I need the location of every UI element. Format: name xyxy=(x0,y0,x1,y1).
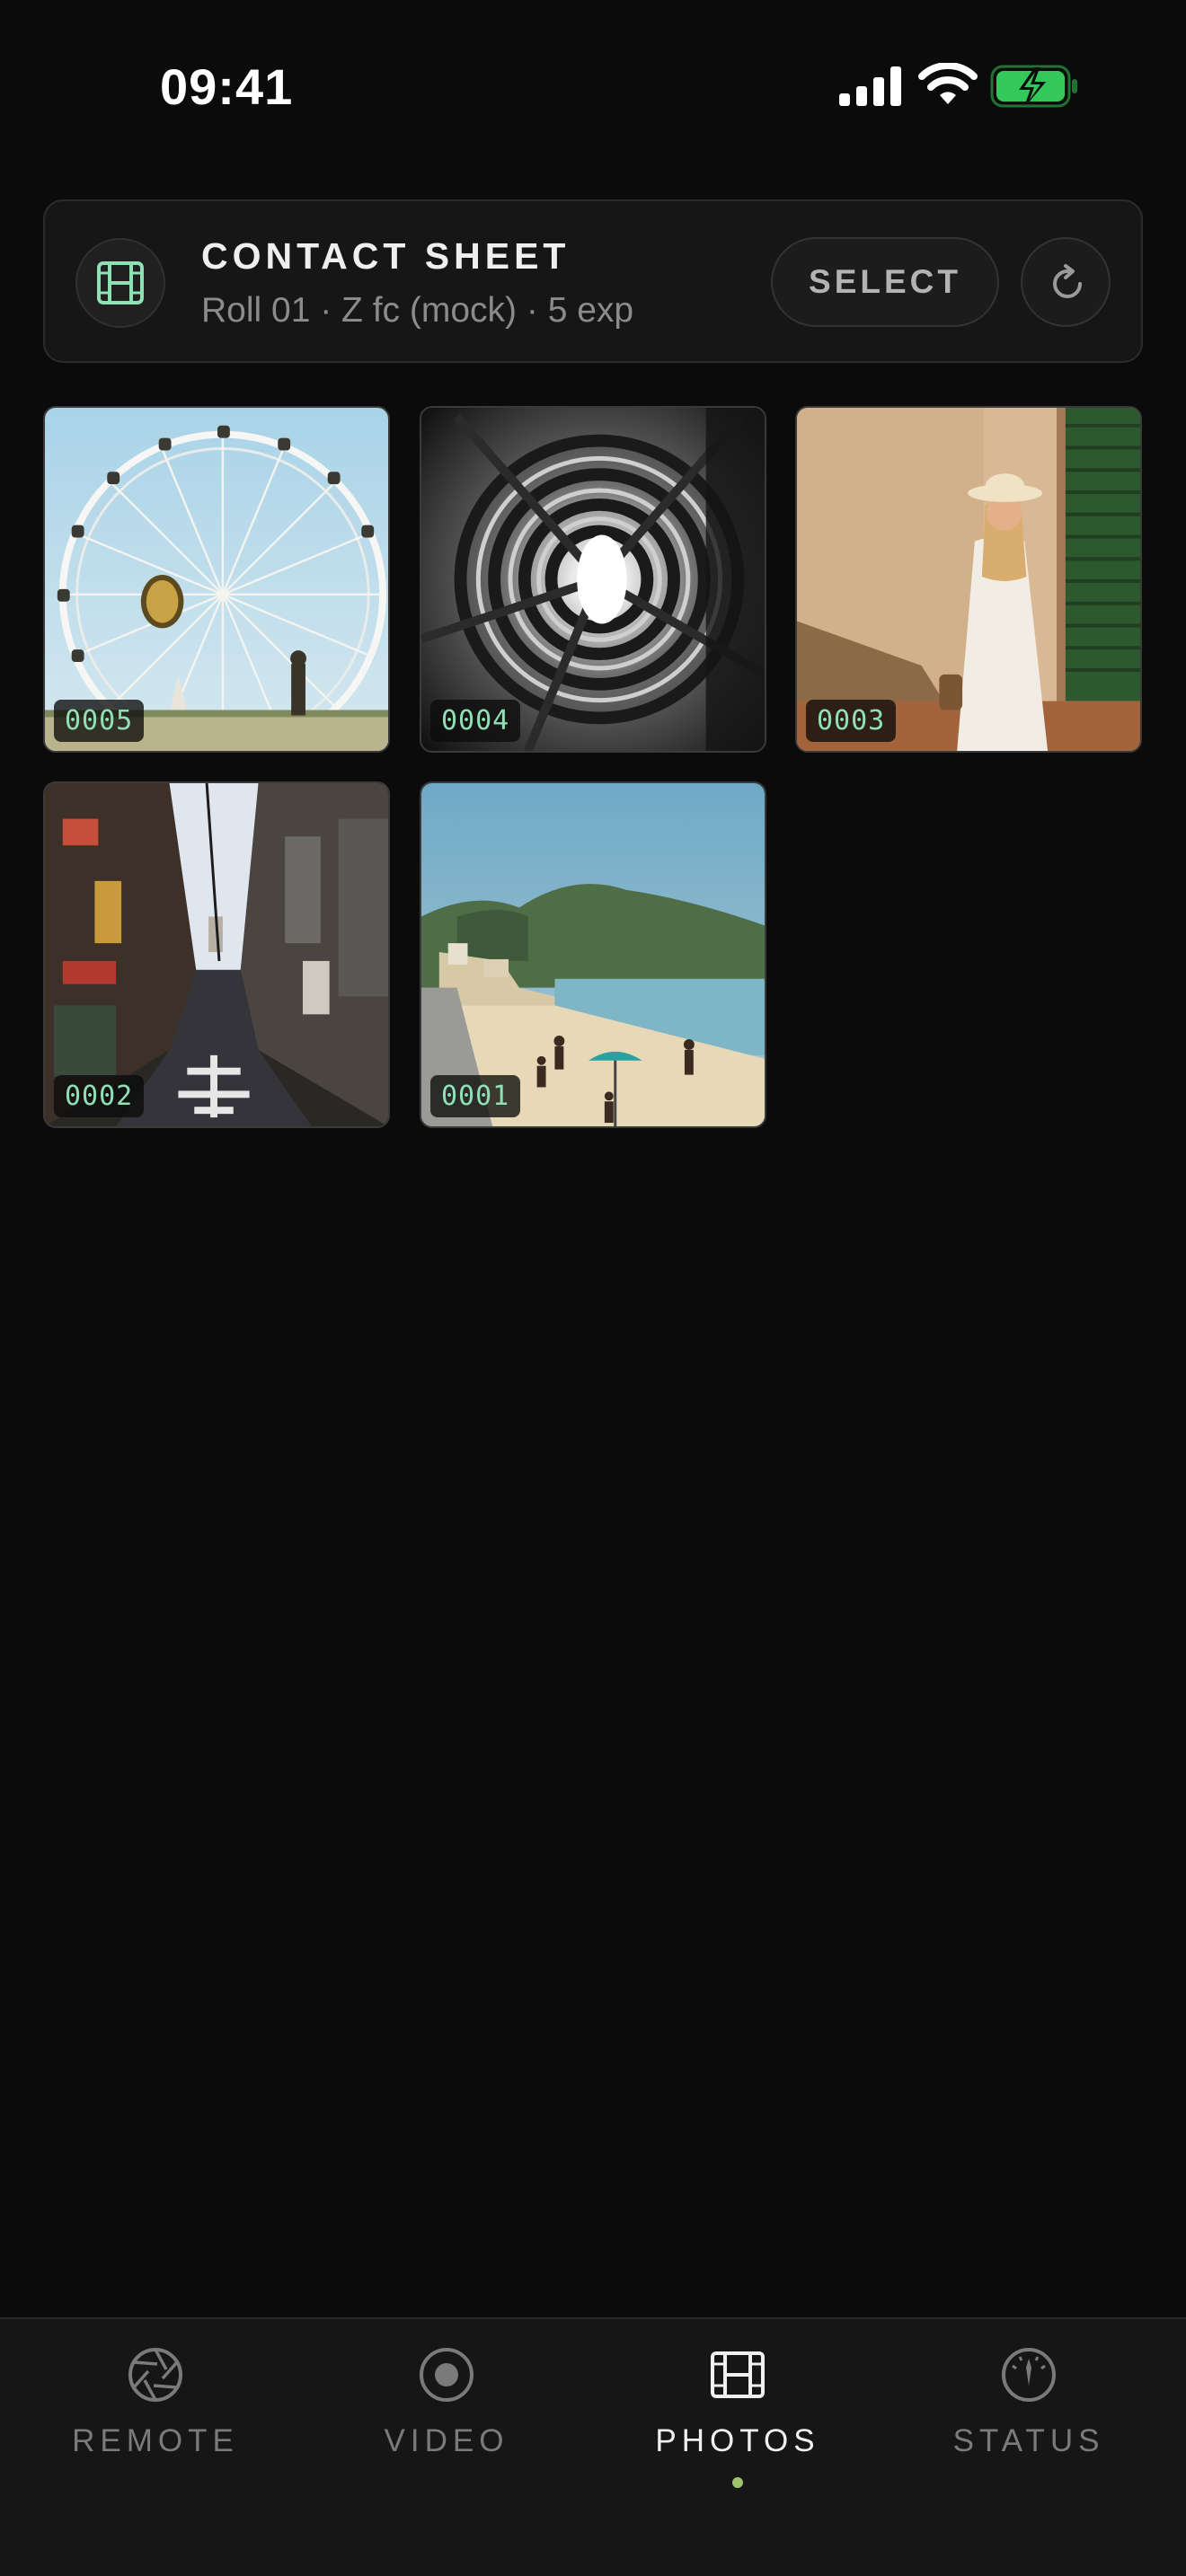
status-clock: 09:41 xyxy=(160,58,294,115)
photo-thumbnail[interactable]: 0004 xyxy=(420,406,766,753)
frame-number: 0005 xyxy=(54,700,145,742)
frame-number: 0004 xyxy=(430,700,521,742)
frame-number: 0003 xyxy=(806,700,897,742)
contact-sheet-screen: 09:41 CONTACT SHEET Roll 01 · Z fc (mock… xyxy=(0,0,1186,2576)
sheet-title: CONTACT SHEET xyxy=(201,235,571,277)
status-bar: 09:41 xyxy=(0,0,1186,180)
roll-info: Roll 01 · Z fc (mock) · 5 exp xyxy=(201,291,634,330)
tab-label: STATUS xyxy=(952,2423,1105,2458)
record-icon xyxy=(420,2348,474,2402)
tab-status[interactable]: STATUS xyxy=(912,2346,1146,2508)
photo-thumbnail[interactable]: 0005 xyxy=(43,406,390,753)
refresh-button[interactable] xyxy=(1021,237,1111,327)
select-button[interactable]: SELECT xyxy=(771,237,999,327)
film-icon xyxy=(97,261,144,304)
frame-number: 0002 xyxy=(54,1075,145,1117)
wifi-icon xyxy=(918,63,978,104)
photo-thumbnail[interactable]: 0002 xyxy=(43,781,390,1128)
frame-number: 0001 xyxy=(430,1075,521,1117)
tab-label: REMOTE xyxy=(72,2423,239,2458)
active-tab-indicator xyxy=(732,2477,743,2488)
gauge-icon xyxy=(1002,2348,1056,2402)
tab-bar: REMOTE VIDEO PHOTOS STATUS xyxy=(0,2317,1186,2576)
tab-label: VIDEO xyxy=(384,2423,509,2458)
tab-label: PHOTOS xyxy=(655,2423,820,2458)
photo-thumbnail[interactable]: 0003 xyxy=(795,406,1142,753)
tab-photos[interactable]: PHOTOS xyxy=(621,2346,854,2508)
cellular-signal-icon xyxy=(839,66,901,106)
tab-remote[interactable]: REMOTE xyxy=(39,2346,272,2508)
film-icon xyxy=(711,2351,765,2398)
photo-thumbnail[interactable]: 0001 xyxy=(420,781,766,1128)
refresh-icon xyxy=(1053,264,1083,299)
aperture-icon xyxy=(128,2348,182,2402)
contact-sheet-header: CONTACT SHEET Roll 01 · Z fc (mock) · 5 … xyxy=(43,199,1143,363)
tab-video[interactable]: VIDEO xyxy=(330,2346,563,2508)
film-badge xyxy=(75,238,165,328)
battery-charging-icon xyxy=(990,65,1077,108)
